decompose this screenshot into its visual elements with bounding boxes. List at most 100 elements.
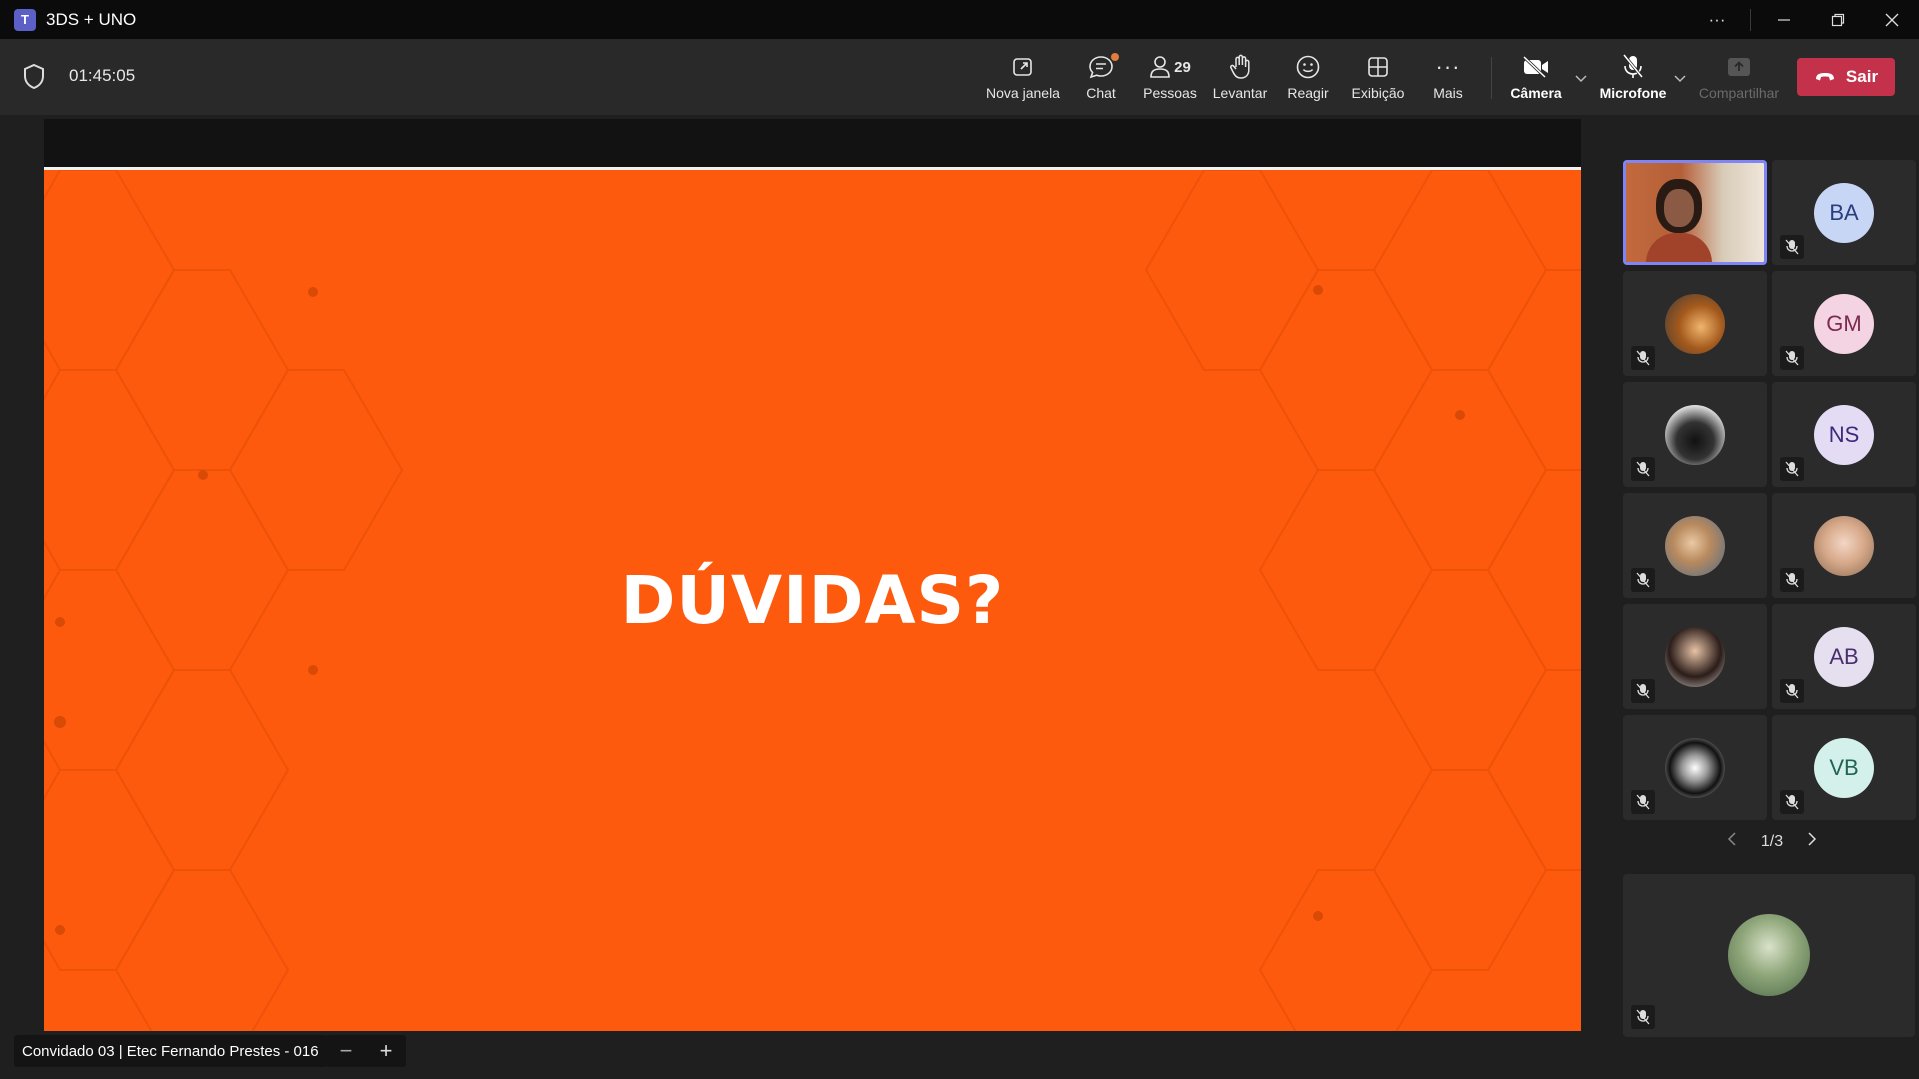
mic-off-icon (1780, 235, 1804, 259)
avatar: VB (1814, 738, 1874, 798)
unread-dot (1111, 53, 1119, 61)
avatar: BA (1814, 183, 1874, 243)
avatar: NS (1814, 405, 1874, 465)
gallery-pager: 1/3 (1727, 832, 1817, 851)
people-count: 29 (1174, 58, 1191, 76)
avatar: GM (1814, 294, 1874, 354)
avatar (1665, 516, 1725, 576)
mic-off-icon (1631, 457, 1655, 481)
pessoas-label: Pessoas (1143, 85, 1197, 101)
participant-tile[interactable] (1623, 382, 1767, 487)
mais-label: Mais (1433, 85, 1463, 101)
participant-tile[interactable] (1772, 493, 1916, 598)
mic-off-icon (1780, 457, 1804, 481)
avatar (1665, 294, 1725, 354)
view-icon (1366, 51, 1390, 83)
participant-tile[interactable] (1623, 715, 1767, 820)
nova-janela-button[interactable]: Nova janela (985, 51, 1061, 107)
hang-up-icon (1815, 73, 1834, 81)
compartilhar-label: Compartilhar (1698, 85, 1780, 101)
page-indicator: 1/3 (1760, 832, 1784, 850)
reagir-label: Reagir (1287, 85, 1329, 101)
participant-tile[interactable] (1623, 271, 1767, 376)
minimize-icon[interactable] (1757, 0, 1811, 39)
close-icon[interactable] (1865, 0, 1919, 39)
mic-options-chevron-icon[interactable] (1673, 71, 1687, 89)
zoom-controls: − + (326, 1035, 406, 1067)
camera-options-chevron-icon[interactable] (1574, 71, 1588, 89)
participant-tile[interactable]: VB (1772, 715, 1916, 820)
meeting-timer: 01:45:05 (69, 66, 136, 85)
shared-slide: DÚVIDAS? (44, 167, 1581, 1031)
mais-button[interactable]: ··· Mais (1428, 51, 1468, 107)
mic-off-icon (1631, 1005, 1655, 1029)
mic-off-icon (1780, 568, 1804, 592)
mic-off-icon (1631, 568, 1655, 592)
mic-off-icon (1631, 346, 1655, 370)
raise-hand-icon (1228, 51, 1252, 83)
participant-tile[interactable] (1623, 160, 1767, 265)
restore-icon[interactable] (1811, 0, 1865, 39)
chat-button[interactable]: Chat (1080, 51, 1122, 107)
more-options-icon[interactable]: ··· (1690, 0, 1744, 39)
previous-page-icon[interactable] (1727, 832, 1737, 851)
more-icon: ··· (1435, 54, 1461, 79)
avatar (1665, 627, 1725, 687)
title-bar: T 3DS + UNO ··· (0, 0, 1919, 39)
zoom-out-icon[interactable]: − (340, 1038, 353, 1064)
next-page-icon[interactable] (1807, 832, 1817, 851)
teams-logo-icon: T (14, 8, 36, 31)
mic-off-icon (1631, 790, 1655, 814)
participant-tile[interactable] (1623, 604, 1767, 709)
self-avatar (1728, 914, 1810, 996)
react-icon (1295, 51, 1321, 83)
chat-icon (1087, 51, 1119, 83)
participant-tile[interactable]: GM (1772, 271, 1916, 376)
participant-tile[interactable]: NS (1772, 382, 1916, 487)
mic-off-icon (1780, 790, 1804, 814)
reagir-button[interactable]: Reagir (1285, 51, 1331, 107)
chat-label: Chat (1086, 85, 1116, 101)
main-stage: DÚVIDAS? Convidado 03 | Etec Fernando Pr… (0, 115, 1599, 1079)
participant-gallery: BA GM NS AB VB 1/3 (1599, 115, 1919, 1079)
mic-off-icon (1631, 679, 1655, 703)
participant-tile[interactable] (1623, 493, 1767, 598)
presenter-name-label: Convidado 03 | Etec Fernando Prestes - 0… (14, 1035, 327, 1067)
camera-off-icon (1521, 51, 1551, 83)
mic-off-icon (1780, 346, 1804, 370)
self-view-tile[interactable] (1623, 874, 1915, 1037)
nova-janela-label: Nova janela (986, 85, 1060, 101)
leave-button[interactable]: Sair (1797, 58, 1895, 96)
camera-button[interactable]: Câmera (1510, 51, 1562, 107)
shield-icon[interactable] (22, 63, 46, 91)
mic-off-icon (1620, 51, 1646, 83)
avatar: AB (1814, 627, 1874, 687)
window-controls: ··· (1690, 0, 1919, 39)
camera-label: Câmera (1510, 85, 1562, 101)
participant-tile[interactable]: AB (1772, 604, 1916, 709)
window-title: 3DS + UNO (46, 9, 137, 29)
avatar (1665, 738, 1725, 798)
share-icon (1726, 51, 1752, 83)
mic-off-icon (1780, 679, 1804, 703)
zoom-in-icon[interactable]: + (380, 1038, 393, 1064)
people-icon: 29 (1149, 51, 1191, 83)
compartilhar-button: Compartilhar (1698, 51, 1780, 107)
microfone-button[interactable]: Microfone (1600, 51, 1666, 107)
exibicao-label: Exibição (1351, 85, 1405, 101)
divider (1750, 8, 1751, 31)
leave-label: Sair (1845, 67, 1879, 86)
pessoas-button[interactable]: 29 Pessoas (1142, 51, 1198, 107)
exibicao-button[interactable]: Exibição (1350, 51, 1406, 107)
toolbar-divider (1491, 57, 1492, 99)
participant-video (1626, 163, 1764, 262)
levantar-label: Levantar (1212, 85, 1268, 101)
levantar-button[interactable]: Levantar (1210, 51, 1270, 107)
microfone-label: Microfone (1599, 85, 1667, 101)
popout-icon (1011, 51, 1035, 83)
participant-tile[interactable]: BA (1772, 160, 1916, 265)
slide-title: DÚVIDAS? (620, 562, 1005, 639)
avatar (1665, 405, 1725, 465)
meeting-toolbar: 01:45:05 Nova janela Chat 29 Pessoas Lev… (0, 39, 1919, 115)
avatar (1814, 516, 1874, 576)
